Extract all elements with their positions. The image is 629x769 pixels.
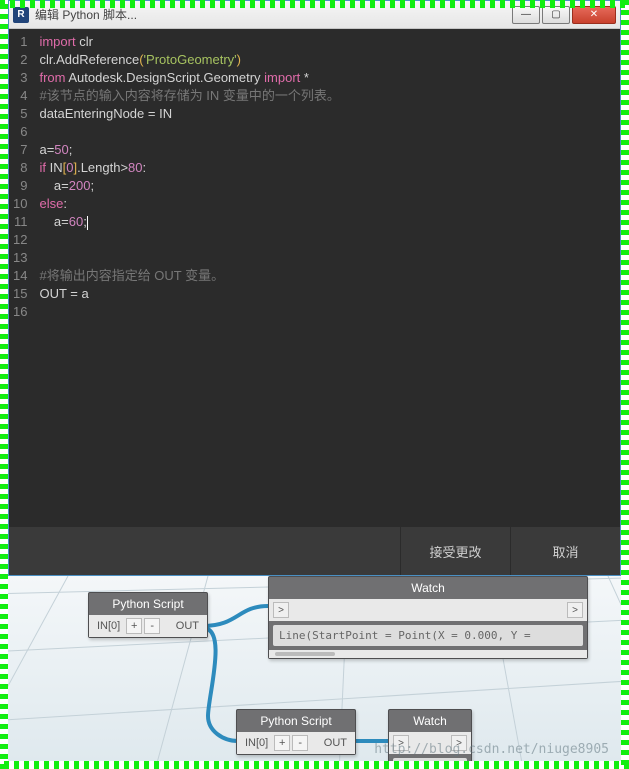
remove-input-button[interactable]: - — [144, 618, 160, 634]
code-line[interactable]: if IN[0].Length>80: — [39, 159, 614, 177]
cancel-button[interactable]: 取消 — [510, 527, 620, 575]
input-port-label[interactable]: IN[0] — [93, 618, 124, 634]
add-input-button[interactable]: + — [274, 735, 290, 751]
watermark-text: http://blog.csdn.net/niuge8905 — [374, 742, 609, 757]
node-title: Python Script — [237, 710, 355, 732]
minimize-button[interactable]: — — [512, 6, 540, 24]
code-line[interactable] — [39, 303, 614, 321]
python-script-node[interactable]: Python Script IN[0] + - OUT — [236, 709, 356, 755]
output-port-chevron[interactable]: > — [567, 602, 583, 618]
close-button[interactable]: ✕ — [572, 6, 616, 24]
code-line[interactable]: a=200; — [39, 177, 614, 195]
code-line[interactable]: from Autodesk.DesignScript.Geometry impo… — [39, 69, 614, 87]
window-title: 编辑 Python 脚本... — [35, 6, 510, 23]
line-number: 11 — [13, 213, 27, 231]
watch-node[interactable]: Watch > > Line(StartPoint = Point(X = 0.… — [268, 576, 588, 659]
code-line[interactable]: dataEnteringNode = IN — [39, 105, 614, 123]
code-line[interactable]: a=60; — [39, 213, 614, 231]
line-number: 13 — [13, 249, 27, 267]
line-number: 8 — [13, 159, 27, 177]
titlebar[interactable]: R 编辑 Python 脚本... — ▢ ✕ — [9, 1, 620, 29]
line-number-gutter: 12345678910111213141516 — [9, 29, 33, 527]
code-line[interactable] — [39, 231, 614, 249]
watch-readout: Line(StartPoint = Point(X = 0.000, Y = — [273, 625, 583, 646]
line-number: 12 — [13, 231, 27, 249]
line-number: 7 — [13, 141, 27, 159]
python-editor-window: R 编辑 Python 脚本... — ▢ ✕ 1234567891011121… — [8, 0, 621, 576]
dynamo-canvas[interactable]: Python Script IN[0] + - OUT Watch > > Li… — [8, 576, 621, 761]
line-number: 3 — [13, 69, 27, 87]
code-line[interactable]: a=50; — [39, 141, 614, 159]
input-port-chevron[interactable]: > — [273, 602, 289, 618]
python-script-node[interactable]: Python Script IN[0] + - OUT — [88, 592, 208, 638]
accept-changes-button[interactable]: 接受更改 — [400, 527, 510, 575]
code-line[interactable] — [39, 123, 614, 141]
line-number: 15 — [13, 285, 27, 303]
line-number: 10 — [13, 195, 27, 213]
line-number: 14 — [13, 267, 27, 285]
remove-input-button[interactable]: - — [292, 735, 308, 751]
output-port-label[interactable]: OUT — [320, 735, 351, 751]
output-port-label[interactable]: OUT — [172, 618, 203, 634]
line-number: 4 — [13, 87, 27, 105]
code-text-area[interactable]: import clrclr.AddReference('ProtoGeometr… — [33, 29, 620, 527]
code-editor[interactable]: 12345678910111213141516 import clrclr.Ad… — [9, 29, 620, 527]
line-number: 2 — [13, 51, 27, 69]
node-title: Watch — [389, 710, 471, 732]
code-line[interactable]: #该节点的输入内容将存储为 IN 变量中的一个列表。 — [39, 87, 614, 105]
node-title: Python Script — [89, 593, 207, 615]
editor-footer: 接受更改 取消 — [9, 527, 620, 575]
line-number: 6 — [13, 123, 27, 141]
node-title: Watch — [269, 577, 587, 599]
text-cursor — [87, 216, 88, 230]
code-line[interactable] — [39, 249, 614, 267]
code-line[interactable]: #将输出内容指定给 OUT 变量。 — [39, 267, 614, 285]
line-number: 9 — [13, 177, 27, 195]
line-number: 5 — [13, 105, 27, 123]
add-input-button[interactable]: + — [126, 618, 142, 634]
code-line[interactable]: clr.AddReference('ProtoGeometry') — [39, 51, 614, 69]
maximize-button[interactable]: ▢ — [542, 6, 570, 24]
app-icon: R — [13, 7, 29, 23]
code-line[interactable]: import clr — [39, 33, 614, 51]
code-line[interactable]: else: — [39, 195, 614, 213]
watch-readout: 200 — [393, 758, 467, 761]
line-number: 1 — [13, 33, 27, 51]
line-number: 16 — [13, 303, 27, 321]
input-port-label[interactable]: IN[0] — [241, 735, 272, 751]
code-line[interactable]: OUT = a — [39, 285, 614, 303]
scrollbar-thumb[interactable] — [275, 652, 335, 656]
